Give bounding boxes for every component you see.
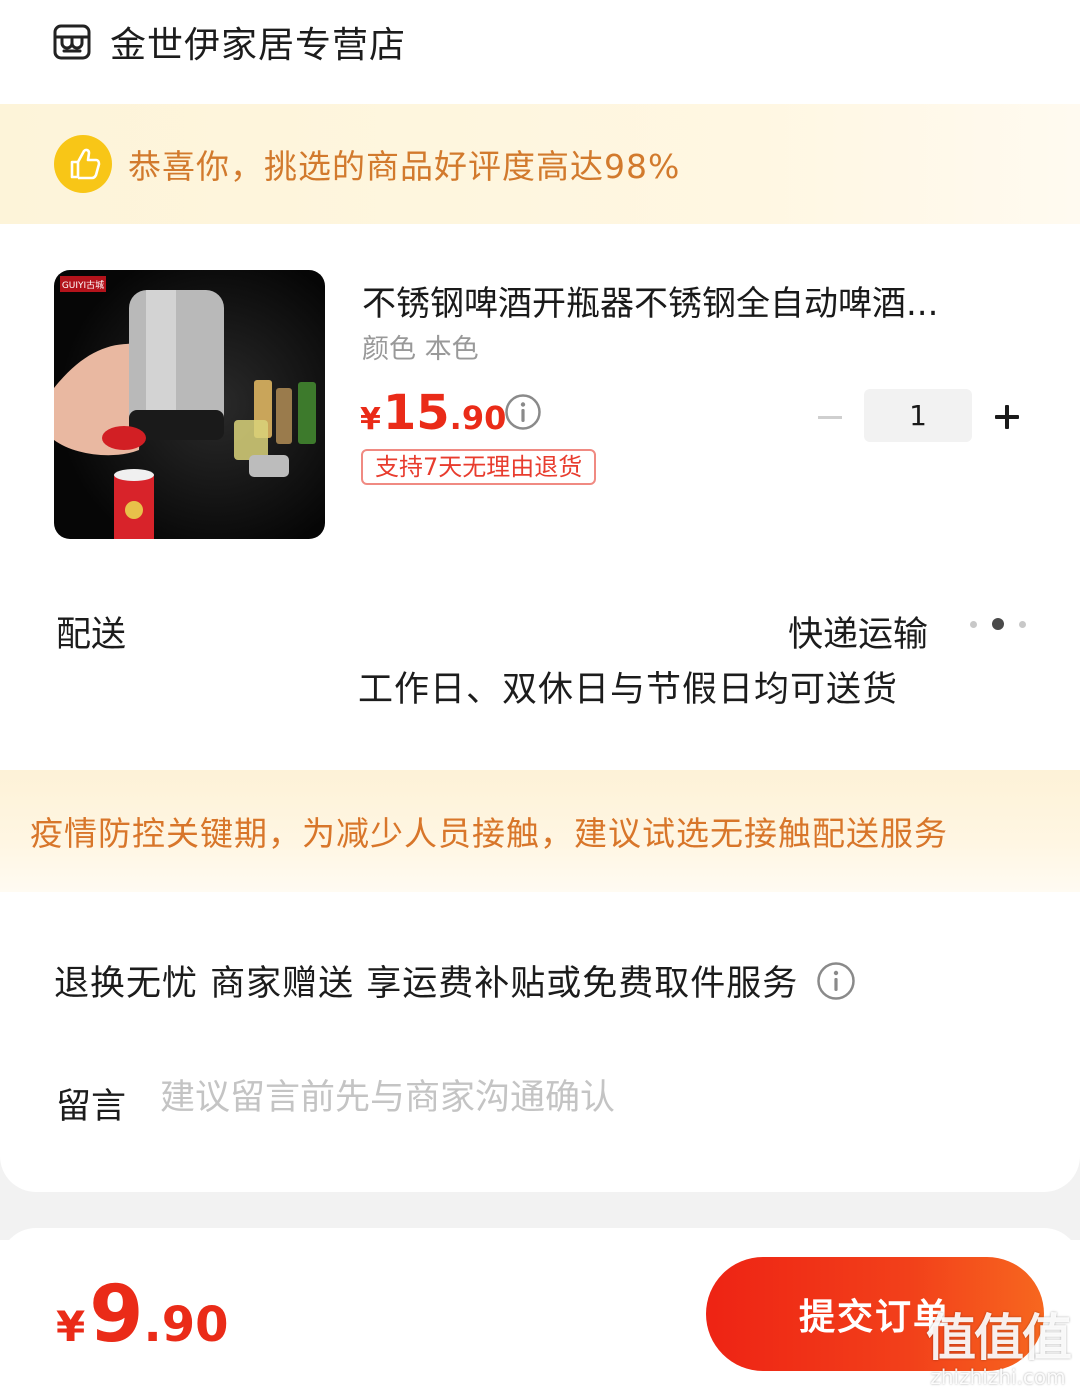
message-label: 留言 bbox=[56, 1087, 127, 1127]
price-decimal: .90 bbox=[449, 399, 507, 437]
product-spec[interactable]: 颜色 本色 bbox=[362, 327, 479, 366]
covid-notice-banner[interactable]: 疫情防控关键期，为减少人员接触，建议试选无接触配送服务 bbox=[0, 770, 1080, 892]
delivery-method[interactable]: 快递运输 bbox=[788, 606, 928, 657]
quantity-decrease-button[interactable] bbox=[816, 404, 844, 430]
praise-text: 恭喜你，挑选的商品好评度高达98% bbox=[128, 147, 681, 186]
shop-name: 金世伊家居专营店 bbox=[110, 25, 407, 66]
message-input[interactable] bbox=[160, 1072, 1020, 1124]
returns-info-icon[interactable] bbox=[816, 961, 856, 1001]
store-icon bbox=[53, 24, 91, 60]
price-info-icon[interactable] bbox=[504, 393, 542, 431]
minus-icon bbox=[818, 415, 842, 419]
total-decimal: .90 bbox=[143, 1297, 229, 1353]
covid-notice-text: 疫情防控关键期，为减少人员接触，建议试选无接触配送服务 bbox=[30, 814, 948, 853]
watermark-logo: 值值值 bbox=[926, 1309, 1072, 1367]
quantity-field[interactable]: 1 bbox=[864, 389, 972, 442]
total-currency: ¥ bbox=[56, 1302, 86, 1351]
delivery-note: 工作日、双休日与节假日均可送货 bbox=[358, 670, 899, 710]
price-integer: 15 bbox=[382, 385, 450, 441]
total-integer: 9 bbox=[89, 1270, 144, 1360]
watermark-url: zhizhizhi.com bbox=[930, 1365, 1066, 1389]
site-watermark: 值值值 zhizhizhi.com bbox=[926, 1309, 1072, 1389]
price-currency: ¥ bbox=[360, 402, 381, 437]
shop-header[interactable]: 金世伊家居专营店 bbox=[52, 14, 406, 70]
returns-service-text: 退换无忧 商家赠送 享运费补贴或免费取件服务 bbox=[54, 964, 799, 1004]
returns-service-row[interactable]: 退换无忧 商家赠送 享运费补贴或免费取件服务 bbox=[54, 955, 856, 1006]
quantity-increase-button[interactable] bbox=[992, 402, 1022, 432]
praise-banner: 恭喜你，挑选的商品好评度高达98% bbox=[0, 104, 1080, 224]
more-options-icon[interactable] bbox=[970, 616, 1026, 632]
product-image[interactable]: GUIYI古城 bbox=[54, 270, 325, 539]
product-price: ¥ 15 .90 bbox=[360, 385, 506, 441]
image-label: GUIYI古城 bbox=[62, 279, 104, 291]
delivery-label: 配送 bbox=[56, 615, 127, 655]
total-price: ¥ 9 .90 bbox=[56, 1270, 229, 1360]
return-policy-tag: 支持7天无理由退货 bbox=[361, 449, 597, 485]
thumbs-up-icon bbox=[54, 135, 112, 193]
order-card: 金世伊家居专营店 恭喜你，挑选的商品好评度高达98% GUIYI古城 不锈钢啤酒… bbox=[0, 0, 1080, 1192]
product-title[interactable]: 不锈钢啤酒开瓶器不锈钢全自动啤酒... bbox=[362, 276, 1022, 325]
